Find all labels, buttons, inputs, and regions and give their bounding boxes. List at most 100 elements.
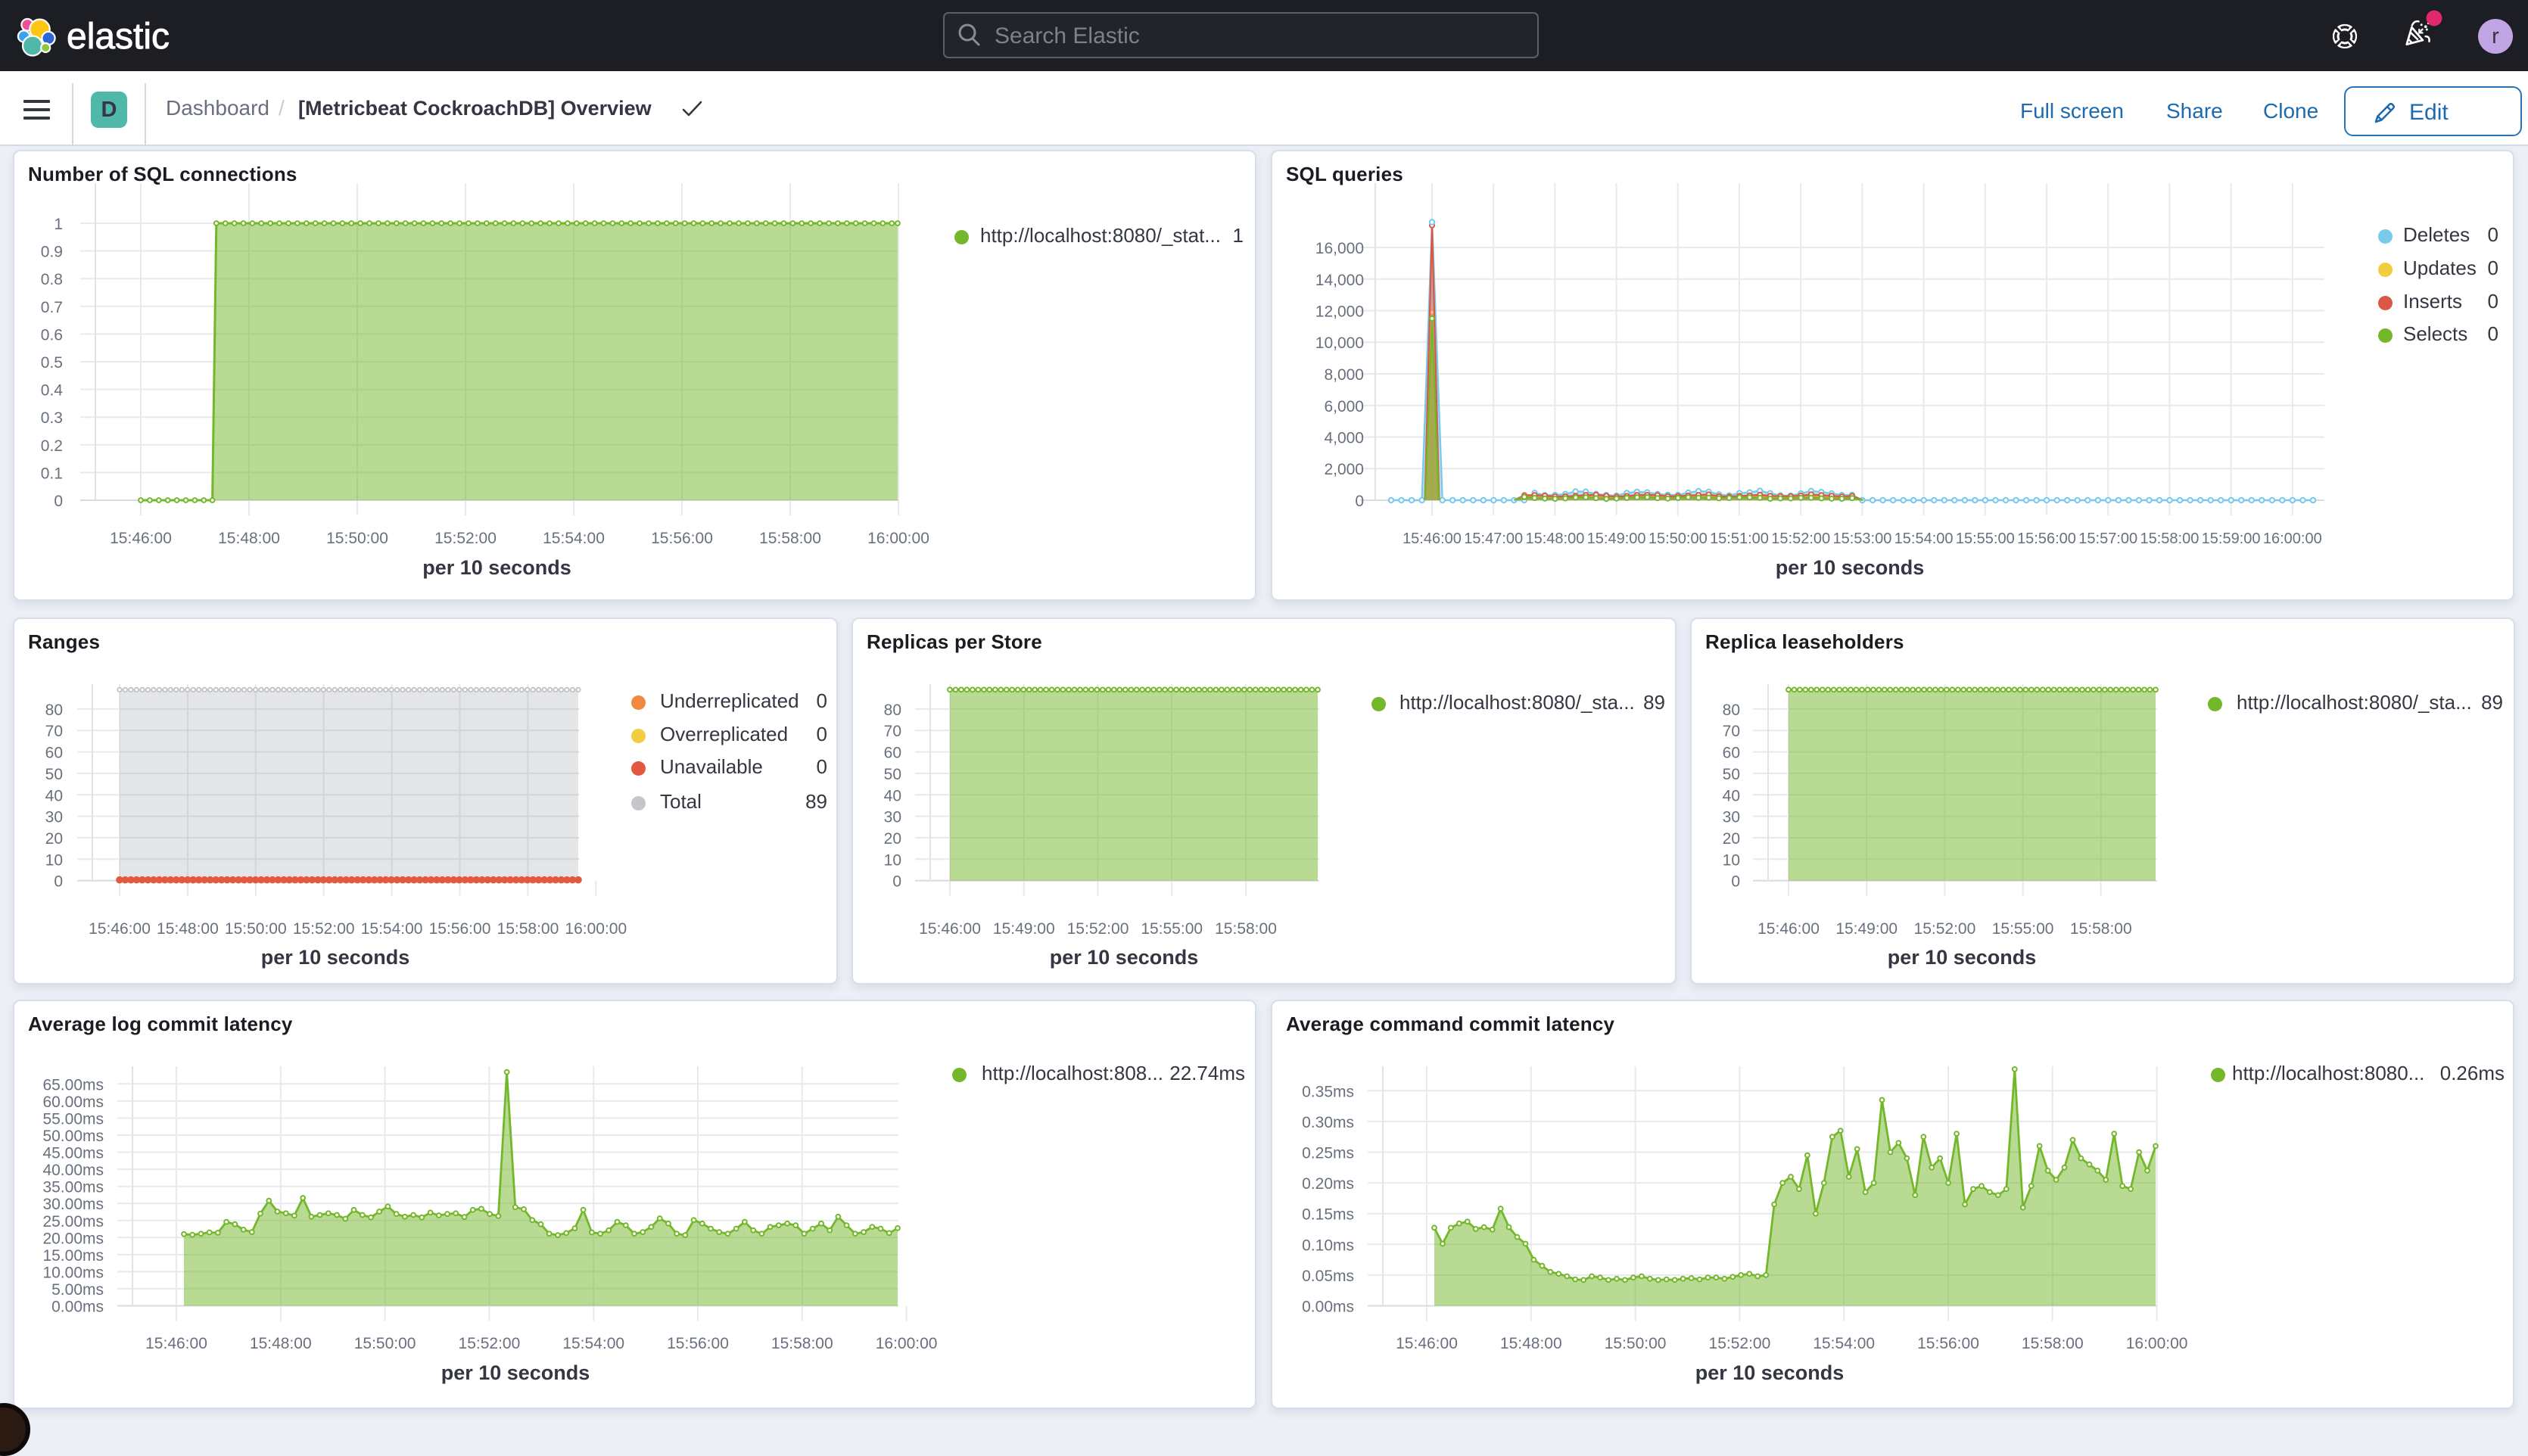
svg-text:80: 80 [884,702,901,719]
svg-text:15:48:00: 15:48:00 [1525,530,1584,547]
svg-text:20: 20 [45,830,63,848]
svg-text:30: 30 [45,809,63,826]
svg-text:15:58:00: 15:58:00 [497,920,559,938]
svg-text:15:56:00: 15:56:00 [667,1335,729,1352]
svg-text:14,000: 14,000 [1315,272,1364,289]
svg-text:40: 40 [1723,787,1740,804]
svg-text:0.8: 0.8 [41,271,63,288]
svg-text:50: 50 [884,766,901,783]
svg-text:15:49:00: 15:49:00 [1587,530,1646,547]
svg-text:15.00ms: 15.00ms [42,1247,104,1265]
svg-text:15:54:00: 15:54:00 [562,1335,624,1352]
svg-text:15:55:00: 15:55:00 [1992,920,2054,938]
svg-text:50: 50 [1723,766,1740,783]
svg-text:0: 0 [892,873,901,891]
svg-text:15:53:00: 15:53:00 [1832,530,1891,547]
svg-text:15:47:00: 15:47:00 [1464,530,1523,547]
svg-text:15:50:00: 15:50:00 [354,1335,416,1352]
svg-text:70: 70 [45,723,63,740]
svg-text:16:00:00: 16:00:00 [565,920,627,938]
svg-text:0.9: 0.9 [41,244,63,261]
svg-text:15:48:00: 15:48:00 [250,1335,312,1352]
svg-text:15:58:00: 15:58:00 [2140,530,2199,547]
svg-text:20: 20 [884,830,901,848]
svg-text:80: 80 [45,702,63,719]
svg-text:10: 10 [45,851,63,869]
svg-text:16:00:00: 16:00:00 [2126,1335,2188,1352]
svg-text:5.00ms: 5.00ms [51,1281,104,1299]
svg-text:70: 70 [1723,723,1740,740]
svg-text:15:52:00: 15:52:00 [1914,920,1976,938]
svg-text:15:58:00: 15:58:00 [1215,920,1277,938]
svg-text:0.00ms: 0.00ms [1302,1299,1354,1316]
svg-text:2,000: 2,000 [1324,461,1364,478]
svg-text:25.00ms: 25.00ms [42,1213,104,1230]
svg-text:15:58:00: 15:58:00 [2022,1335,2084,1352]
svg-text:15:50:00: 15:50:00 [1605,1335,1667,1352]
svg-text:1: 1 [54,216,63,233]
svg-text:4,000: 4,000 [1324,430,1364,447]
svg-text:45.00ms: 45.00ms [42,1145,104,1162]
svg-text:35.00ms: 35.00ms [42,1179,104,1196]
svg-text:15:46:00: 15:46:00 [1403,530,1462,547]
svg-text:15:58:00: 15:58:00 [759,530,821,547]
svg-text:8,000: 8,000 [1324,366,1364,384]
svg-text:12,000: 12,000 [1315,303,1364,321]
svg-text:0: 0 [1355,493,1364,510]
svg-text:15:55:00: 15:55:00 [1956,530,2015,547]
svg-text:15:54:00: 15:54:00 [1813,1335,1875,1352]
svg-text:15:52:00: 15:52:00 [293,920,355,938]
svg-text:30: 30 [884,809,901,826]
svg-text:15:58:00: 15:58:00 [771,1335,833,1352]
svg-text:50: 50 [45,766,63,783]
svg-text:15:48:00: 15:48:00 [218,530,280,547]
svg-text:15:46:00: 15:46:00 [919,920,981,938]
svg-text:60: 60 [45,745,63,762]
svg-text:40: 40 [884,787,901,804]
svg-text:0.6: 0.6 [41,326,63,344]
svg-text:15:59:00: 15:59:00 [2202,530,2261,547]
svg-text:10: 10 [1723,851,1740,869]
svg-text:15:46:00: 15:46:00 [1757,920,1820,938]
svg-text:55.00ms: 55.00ms [42,1110,104,1128]
svg-text:0.25ms: 0.25ms [1302,1145,1354,1162]
svg-text:6,000: 6,000 [1324,398,1364,415]
svg-text:70: 70 [884,723,901,740]
svg-text:60: 60 [884,745,901,762]
svg-text:30.00ms: 30.00ms [42,1196,104,1213]
svg-text:10.00ms: 10.00ms [42,1264,104,1281]
svg-text:30: 30 [1723,809,1740,826]
svg-text:40.00ms: 40.00ms [42,1162,104,1179]
svg-text:16,000: 16,000 [1315,240,1364,257]
svg-text:0: 0 [54,873,63,891]
svg-text:0.35ms: 0.35ms [1302,1083,1354,1100]
svg-text:15:52:00: 15:52:00 [1709,1335,1771,1352]
svg-text:0.20ms: 0.20ms [1302,1175,1354,1193]
svg-text:15:50:00: 15:50:00 [326,530,388,547]
svg-text:15:56:00: 15:56:00 [429,920,491,938]
svg-text:15:46:00: 15:46:00 [1396,1335,1458,1352]
svg-text:15:49:00: 15:49:00 [1835,920,1898,938]
svg-text:16:00:00: 16:00:00 [2263,530,2322,547]
svg-text:15:56:00: 15:56:00 [651,530,713,547]
svg-text:15:50:00: 15:50:00 [1648,530,1708,547]
svg-text:40: 40 [45,787,63,804]
svg-text:15:52:00: 15:52:00 [459,1335,521,1352]
svg-text:15:46:00: 15:46:00 [89,920,151,938]
svg-text:0.10ms: 0.10ms [1302,1237,1354,1254]
svg-text:0.05ms: 0.05ms [1302,1268,1354,1285]
svg-text:80: 80 [1723,702,1740,719]
svg-text:0.5: 0.5 [41,354,63,372]
svg-text:15:46:00: 15:46:00 [110,530,172,547]
svg-text:10,000: 10,000 [1315,334,1364,352]
svg-text:0.4: 0.4 [41,382,64,400]
svg-text:15:48:00: 15:48:00 [1500,1335,1562,1352]
svg-text:15:52:00: 15:52:00 [434,530,497,547]
svg-text:15:54:00: 15:54:00 [361,920,423,938]
svg-text:15:52:00: 15:52:00 [1067,920,1129,938]
svg-text:65.00ms: 65.00ms [42,1076,104,1094]
svg-text:20: 20 [1723,830,1740,848]
svg-text:15:50:00: 15:50:00 [225,920,287,938]
svg-text:15:57:00: 15:57:00 [2078,530,2137,547]
svg-text:16:00:00: 16:00:00 [876,1335,938,1352]
